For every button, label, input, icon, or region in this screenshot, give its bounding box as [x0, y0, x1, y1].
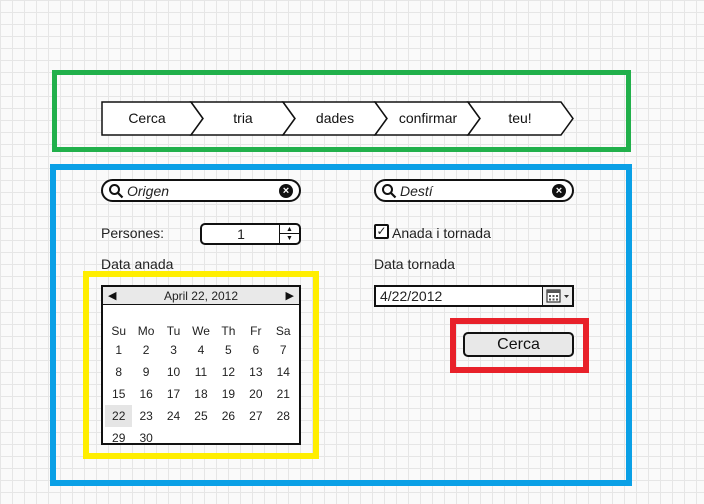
calendar-day[interactable]: 2 [132, 339, 159, 361]
passengers-label: Persones: [101, 225, 165, 241]
calendar-day[interactable]: 19 [215, 383, 242, 405]
return-date-field[interactable]: 4/22/2012 [374, 285, 574, 307]
search-icon [382, 183, 397, 198]
calendar-day[interactable]: 17 [160, 383, 187, 405]
calendar-weekday: Tu [166, 324, 181, 338]
calendar-day[interactable]: 1 [105, 339, 132, 361]
calendar-day[interactable]: 18 [187, 383, 214, 405]
calendar-grid: Su Mo Tu We Th Fr Sa 1 2 3 4 5 6 7 8 9 10 11 12 13 14 15 16 17 1… [105, 323, 297, 449]
step-4-label: confirmar [398, 110, 458, 126]
calendar-week-row: 29 30 [105, 427, 297, 449]
calendar-day[interactable]: 27 [242, 405, 269, 427]
calendar-day[interactable]: 4 [187, 339, 214, 361]
stepper-down-icon[interactable]: ▼ [280, 234, 299, 243]
calendar-day[interactable]: 11 [187, 361, 214, 383]
calendar-next-icon[interactable]: ▶ [286, 287, 294, 305]
destination-placeholder: Destí [400, 182, 433, 199]
calendar-day[interactable]: 29 [105, 427, 132, 449]
destination-search-input[interactable]: Destí × [374, 179, 574, 202]
calendar-day[interactable]: 10 [160, 361, 187, 383]
calendar-week-row: 1234567 [105, 339, 297, 361]
calendar-day[interactable]: 14 [270, 361, 297, 383]
calendar-day[interactable]: 6 [242, 339, 269, 361]
step-5-label: teu! [508, 110, 532, 126]
calendar-empty-cell [160, 427, 187, 449]
stepper-buttons: ▲ ▼ [279, 225, 299, 243]
round-trip-checkbox[interactable]: ✓ [374, 224, 389, 239]
clear-icon[interactable]: × [279, 183, 293, 198]
calendar-weekday-row: Su Mo Tu We Th Fr Sa [105, 323, 297, 339]
calendar-prev-icon[interactable]: ◀ [108, 287, 116, 305]
calendar-empty-cell [215, 427, 242, 449]
calendar-weekday: Th [221, 324, 236, 338]
calendar-empty-cell [270, 427, 297, 449]
calendar-day[interactable]: 21 [270, 383, 297, 405]
calendar-weekday: We [192, 324, 210, 338]
passengers-stepper[interactable]: 1 ▲ ▼ [200, 223, 301, 245]
calendar-weekday: Fr [250, 324, 262, 338]
calendar-month-label: April 22, 2012 [163, 289, 239, 303]
calendar-day[interactable]: 23 [132, 405, 159, 427]
calendar-day[interactable]: 25 [187, 405, 214, 427]
origin-placeholder: Origen [127, 182, 170, 199]
origin-search-input[interactable]: Origen × [101, 179, 301, 202]
calendar-week-row: 22 23 24 25 26 27 28 [105, 405, 297, 427]
calendar-day[interactable]: 30 [132, 427, 159, 449]
calendar-weekday: Sa [275, 324, 291, 338]
return-date-value[interactable]: 4/22/2012 [380, 287, 442, 306]
departure-label: Data anada [101, 256, 174, 272]
calendar-empty-cell [187, 427, 214, 449]
date-picker-button[interactable] [542, 287, 572, 305]
calendar-day[interactable]: 26 [215, 405, 242, 427]
clear-icon[interactable]: × [552, 183, 566, 198]
calendar-day[interactable]: 15 [105, 383, 132, 405]
return-label: Data tornada [374, 256, 455, 272]
departure-calendar[interactable]: ◀ April 22, 2012 ▶ Su Mo Tu We Th Fr Sa 1 2 3 4 5 6 7… [101, 285, 301, 445]
calendar-day[interactable]: 28 [270, 405, 297, 427]
calendar-day[interactable]: 24 [160, 405, 187, 427]
step-1-label: Cerca [128, 110, 166, 126]
calendar-weekday: Su [111, 324, 127, 338]
calendar-day[interactable]: 13 [242, 361, 269, 383]
calendar-header: ◀ April 22, 2012 ▶ [103, 287, 299, 305]
calendar-day[interactable]: 3 [160, 339, 187, 361]
stepper-up-icon[interactable]: ▲ [280, 225, 299, 234]
passengers-value[interactable]: 1 [202, 225, 280, 243]
step-3-label: dades [315, 110, 355, 126]
calendar-icon [546, 289, 569, 303]
calendar-day[interactable]: 8 [105, 361, 132, 383]
calendar-day[interactable]: 22 [105, 405, 133, 427]
steps-breadcrumb: Cerca tria dades confirmar teu! [101, 101, 575, 136]
search-icon [109, 183, 124, 198]
step-2-label: tria [233, 110, 253, 126]
calendar-day[interactable]: 16 [132, 383, 159, 405]
calendar-day[interactable]: 9 [132, 361, 159, 383]
search-button[interactable]: Cerca [463, 332, 574, 357]
calendar-day[interactable]: 20 [242, 383, 269, 405]
calendar-empty-cell [242, 427, 269, 449]
calendar-weekday: Mo [137, 324, 155, 338]
calendar-week-row: 8 9 10 11 12 13 14 [105, 361, 297, 383]
calendar-week-row: 15 16 17 18 19 20 21 [105, 383, 297, 405]
calendar-day[interactable]: 12 [215, 361, 242, 383]
calendar-day[interactable]: 5 [215, 339, 242, 361]
round-trip-label: Anada i tornada [392, 225, 491, 241]
calendar-day[interactable]: 7 [270, 339, 297, 361]
